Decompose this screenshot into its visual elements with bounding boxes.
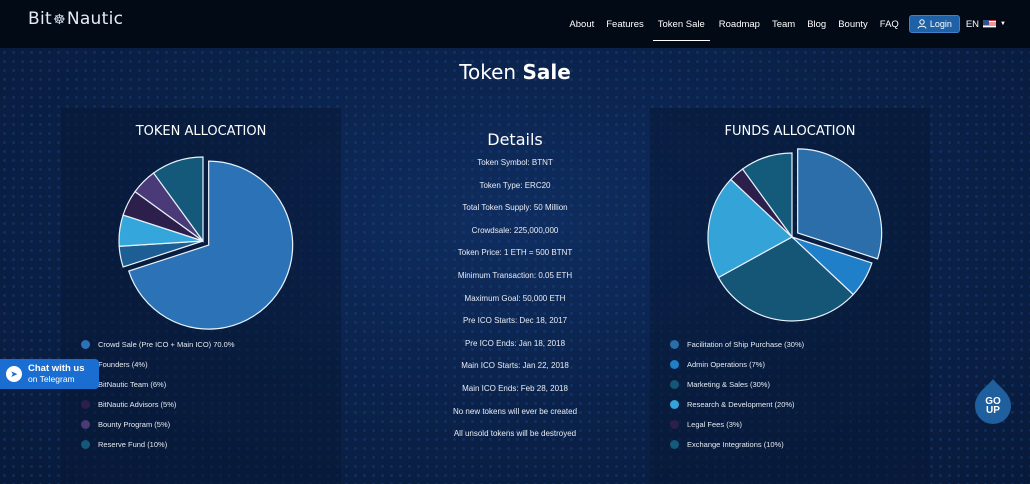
legend-item: Admin Operations (7%) (670, 354, 804, 374)
legend-label: Reserve Fund (10%) (98, 439, 168, 449)
token-allocation-title: TOKEN ALLOCATION (135, 124, 267, 139)
main-nav: About Features Token Sale Roadmap Team B… (563, 0, 1030, 48)
page-title-bold: Sale (522, 60, 571, 84)
legend-label: BitNautic Team (6%) (98, 379, 167, 389)
legend-item: Reserve Fund (10%) (81, 434, 235, 454)
detail-item: Main ICO Starts: Jan 22, 2018 (461, 361, 569, 371)
detail-item: Pre ICO Ends: Jan 18, 2018 (464, 338, 566, 348)
legend-label: Founders (4%) (98, 359, 148, 369)
go-up-line-2: UP (986, 405, 1000, 416)
nav-link-blog[interactable]: Blog (807, 7, 826, 42)
detail-item: Token Symbol: BTNT (477, 158, 553, 167)
nav-link-bounty[interactable]: Bounty (838, 7, 868, 42)
nav-link-team[interactable]: Team (772, 7, 795, 42)
detail-item: All unsold tokens will be destroyed (453, 429, 577, 439)
legend-swatch (81, 439, 90, 449)
legend-item: Legal Fees (3%) (670, 414, 804, 434)
brand-logo[interactable]: Bit☸Nautic (28, 9, 123, 29)
legend-label: Bounty Program (5%) (98, 419, 171, 429)
detail-item: Maximum Goal: 50,000 ETH (464, 293, 566, 303)
legend-item: Marketing & Sales (30%) (670, 374, 804, 394)
nav-link-features[interactable]: Features (606, 7, 644, 42)
legend-item: BitNautic Advisors (5%) (81, 394, 235, 414)
ship-wheel-icon: ☸ (52, 12, 66, 28)
nav-link-token-sale[interactable]: Token Sale (652, 7, 710, 41)
legend-label: Crowd Sale (Pre ICO + Main ICO) 70.0% (98, 339, 235, 349)
details-list: Token Symbol: BTNT Token Type: ERC20 Tot… (395, 153, 635, 447)
page-title-light: Token (459, 60, 517, 84)
chat-line-2: on Telegram (28, 374, 75, 384)
detail-item: Token Price: 1 ETH = 500 BTNT (457, 248, 573, 258)
nav-link-roadmap[interactable]: Roadmap (719, 7, 760, 42)
nav-link-faq[interactable]: FAQ (880, 7, 899, 42)
legend-item: Crowd Sale (Pre ICO + Main ICO) 70.0% (81, 334, 235, 354)
chat-text: Chat with us on Telegram (28, 363, 85, 385)
detail-item: Total Token Supply: 50 Million (462, 203, 568, 213)
brand-left: Bit (28, 9, 52, 29)
legend-item: Founders (4%) (81, 354, 235, 374)
detail-item: Minimum Transaction: 0.05 ETH (457, 270, 573, 280)
legend-swatch (670, 399, 679, 409)
details-title: Details (487, 130, 543, 149)
legend-label: BitNautic Advisors (5%) (98, 399, 177, 409)
legend-swatch (81, 399, 90, 409)
telegram-icon: ➤ (6, 366, 22, 382)
language-code: EN (965, 18, 980, 30)
language-selector[interactable]: EN ▼ (966, 19, 1006, 30)
user-icon (917, 19, 927, 29)
login-label: Login (929, 19, 952, 29)
top-navbar: Bit☸Nautic About Features Token Sale Roa… (0, 0, 1030, 48)
legend-swatch (670, 419, 679, 429)
token-allocation-legend: Crowd Sale (Pre ICO + Main ICO) 70.0% Fo… (81, 334, 235, 454)
login-button[interactable]: Login (908, 15, 960, 33)
page-title: Token Sale (0, 60, 1030, 84)
legend-swatch (81, 339, 90, 349)
funds-allocation-title: FUNDS ALLOCATION (724, 124, 856, 139)
legend-swatch (670, 379, 679, 389)
funds-allocation-pie-chart (707, 148, 883, 322)
detail-item: Main ICO Ends: Feb 28, 2018 (462, 383, 568, 393)
legend-item: BitNautic Team (6%) (81, 374, 235, 394)
nav-link-about[interactable]: About (569, 7, 594, 42)
legend-swatch (670, 339, 679, 349)
legend-swatch (670, 359, 679, 369)
go-up-button[interactable]: GO UP (973, 377, 1013, 425)
legend-label: Marketing & Sales (30%) (687, 379, 770, 389)
legend-label: Exchange Integrations (10%) (687, 439, 784, 449)
funds-allocation-legend: Facilitation of Ship Purchase (30%) Admi… (670, 334, 804, 454)
detail-item: No new tokens will ever be created (452, 406, 578, 416)
brand-right: Nautic (66, 9, 124, 29)
detail-item: Pre ICO Starts: Dec 18, 2017 (462, 316, 568, 326)
legend-item: Facilitation of Ship Purchase (30%) (670, 334, 804, 354)
legend-item: Research & Development (20%) (670, 394, 804, 414)
legend-label: Facilitation of Ship Purchase (30%) (687, 339, 805, 349)
legend-label: Admin Operations (7%) (687, 359, 765, 369)
legend-item: Exchange Integrations (10%) (670, 434, 804, 454)
go-up-label: GO UP (973, 397, 1013, 416)
us-flag-icon (983, 20, 997, 28)
legend-label: Legal Fees (3%) (687, 419, 743, 429)
telegram-chat-button[interactable]: ➤ Chat with us on Telegram (0, 359, 99, 389)
token-allocation-pie-chart (118, 156, 294, 330)
legend-label: Research & Development (20%) (687, 399, 795, 409)
caret-down-icon: ▼ (1000, 21, 1006, 27)
detail-item: Crowdsale: 225,000,000 (471, 225, 559, 235)
legend-swatch (81, 419, 90, 429)
chat-line-1: Chat with us (28, 363, 85, 374)
legend-item: Bounty Program (5%) (81, 414, 235, 434)
legend-swatch (670, 439, 679, 449)
detail-item: Token Type: ERC20 (479, 180, 551, 190)
